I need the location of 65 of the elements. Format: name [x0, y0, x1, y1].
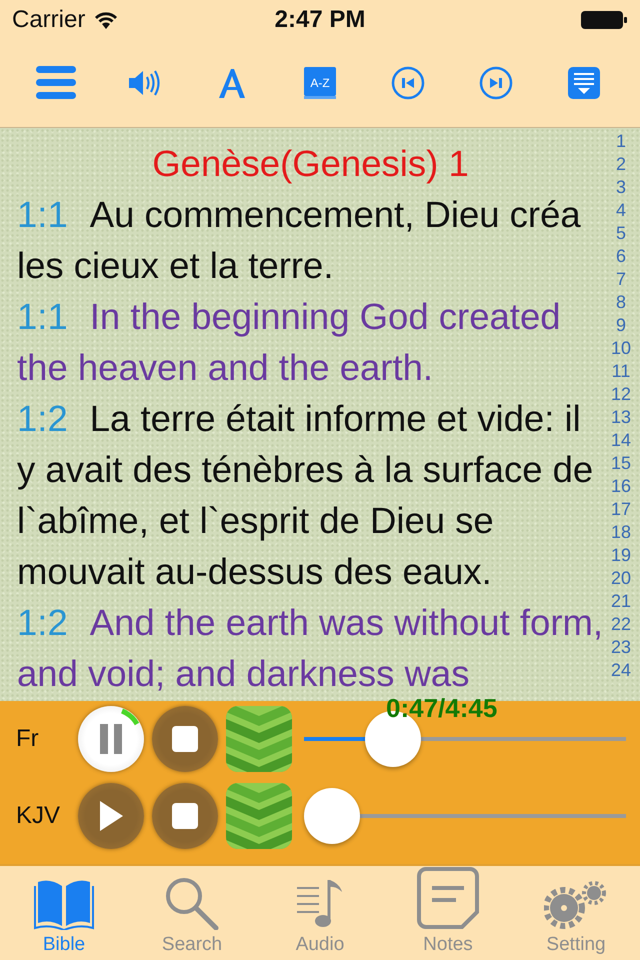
verse-number[interactable]: 13: [610, 406, 632, 430]
stop-icon: [172, 726, 198, 752]
gears-icon: [544, 880, 608, 930]
verse-number[interactable]: 10: [610, 337, 632, 360]
verse-number[interactable]: 4: [616, 199, 626, 222]
tab-bar-item[interactable]: Audio: [256, 866, 384, 960]
verse-number[interactable]: 23: [610, 636, 632, 660]
verse-number[interactable]: 22: [610, 613, 632, 636]
chevron-down-icon: [226, 782, 292, 849]
verse-number[interactable]: 11: [612, 360, 630, 384]
verse-reference: 1:2: [17, 398, 68, 440]
play-icon: [99, 800, 123, 831]
battery-icon: [580, 8, 628, 31]
verse-reference: 1:1: [17, 296, 68, 338]
verse-number[interactable]: 6: [616, 245, 626, 268]
tab-bar-item[interactable]: Search: [128, 866, 256, 960]
menu-icon: [36, 66, 76, 100]
verse-text: 1:1 Au commencement, Dieu créa les cieux et la terre.: [17, 193, 582, 288]
verse-reference: 1:2: [17, 602, 68, 644]
play-button[interactable]: [78, 782, 144, 849]
speaker-icon: [127, 69, 161, 98]
verse-number[interactable]: 12: [610, 383, 632, 406]
pause-button[interactable]: [78, 706, 144, 772]
verse-number[interactable]: 19: [610, 544, 632, 568]
chevron-down-icon: [226, 706, 292, 772]
collapse-button[interactable]: [226, 782, 292, 849]
skip-forward-icon: [479, 66, 513, 100]
verse-text: 1:1 In the beginning God created the heaven and the earth.: [17, 295, 562, 390]
note-icon: [416, 866, 480, 930]
verse-text: 1:2 La terre était informe et vide: il y avait des ténèbres à la surface de l`abîme, et l`esprit de Dieu se mouvait au-dessus des eaux.: [17, 397, 594, 594]
slider-thumb[interactable]: [304, 788, 360, 844]
verse-number[interactable]: 2: [616, 153, 626, 176]
clock-time: 2:47 PM: [274, 6, 366, 34]
tab-bar-item[interactable]: Notes: [384, 866, 512, 960]
verse-number[interactable]: 1: [616, 130, 626, 154]
verse-reference: 1:1: [17, 194, 68, 236]
verse-number[interactable]: 9: [616, 314, 626, 338]
verse-number[interactable]: 5: [616, 222, 626, 246]
verse-number[interactable]: 15: [610, 452, 632, 476]
verse-number[interactable]: 8: [616, 291, 626, 314]
verse-number[interactable]: 21: [610, 590, 632, 614]
track-label: KJV: [16, 802, 62, 830]
download-list-icon: [568, 67, 600, 100]
verse-number[interactable]: 16: [610, 475, 632, 498]
progress-slider[interactable]: [304, 786, 626, 845]
track-label: Fr: [16, 725, 40, 754]
carrier-name: Carrier: [12, 6, 86, 34]
verse-number[interactable]: 3: [616, 176, 626, 200]
chapter-title: Genèse(Genesis) 1: [151, 142, 470, 186]
wifi-icon: [93, 10, 120, 30]
stop-button[interactable]: [152, 706, 218, 772]
tab-bar-item[interactable]: Setting: [512, 866, 640, 960]
stop-button[interactable]: [152, 782, 218, 849]
verse-number[interactable]: 20: [610, 567, 632, 590]
verse-number[interactable]: 14: [610, 429, 632, 452]
verse-number[interactable]: 18: [610, 521, 632, 544]
tab-bar-item[interactable]: Bible: [0, 866, 128, 960]
collapse-button[interactable]: [226, 706, 292, 772]
letter-a-icon: [216, 67, 248, 100]
skip-back-icon: [391, 66, 425, 100]
dictionary-button[interactable]: A-Z: [296, 59, 344, 108]
stop-icon: [172, 802, 198, 829]
verse-number[interactable]: 17: [610, 498, 632, 522]
verse-number[interactable]: 24: [610, 659, 632, 682]
verse-number[interactable]: 7: [616, 268, 626, 292]
